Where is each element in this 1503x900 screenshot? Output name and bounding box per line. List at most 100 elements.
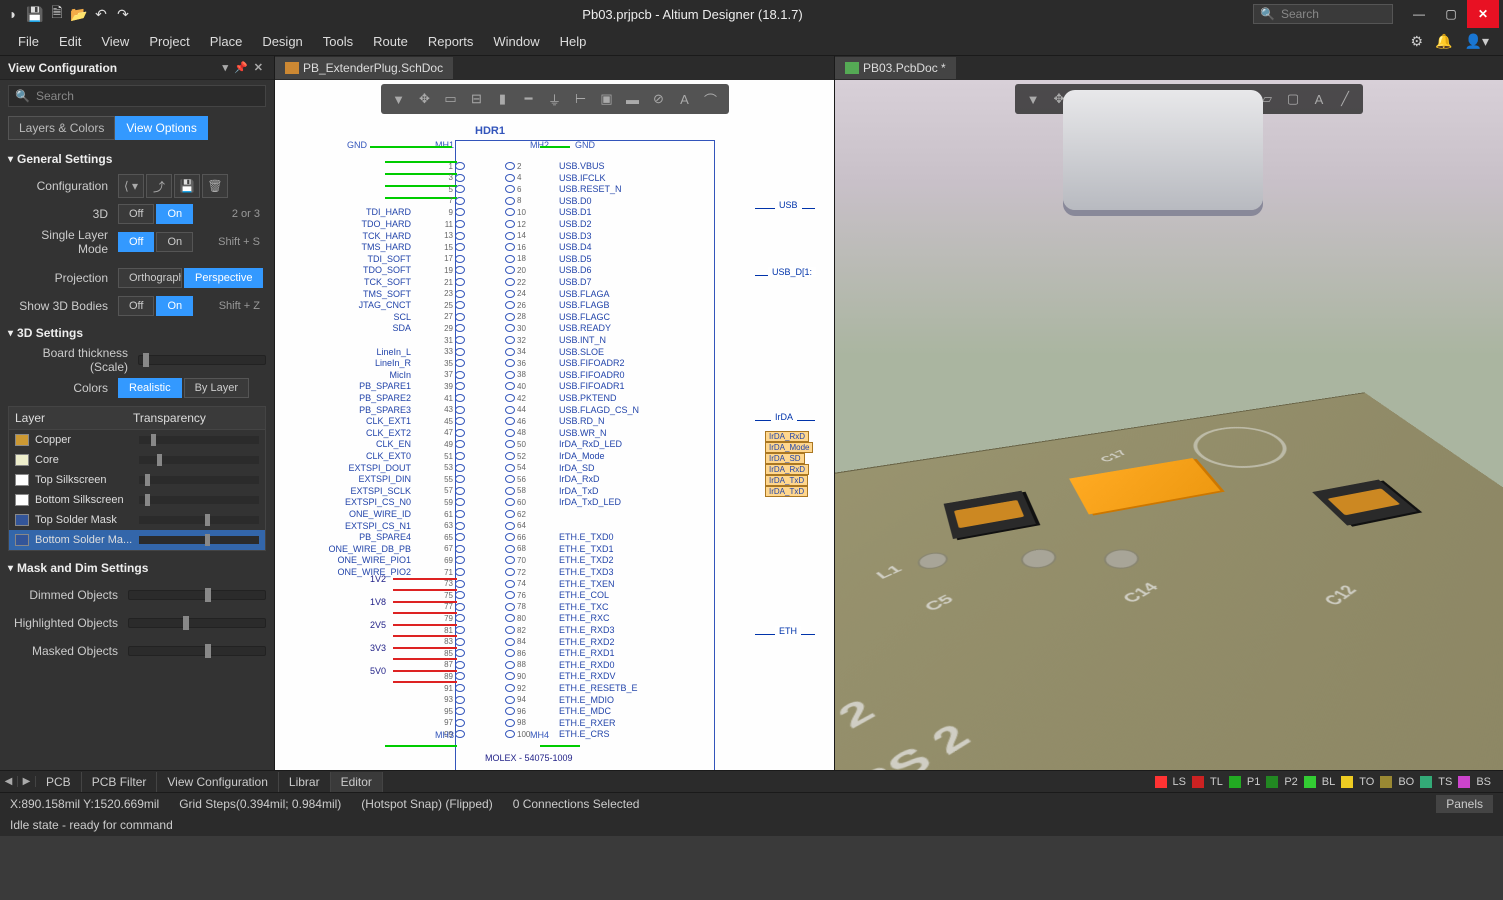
section-general[interactable]: General Settings <box>0 146 274 172</box>
layer-row[interactable]: Bottom Solder Ma... <box>9 530 265 550</box>
save-all-icon[interactable]: 🗎 <box>48 5 66 23</box>
panel-close-icon[interactable]: ✕ <box>251 61 266 74</box>
config-load-icon[interactable]: ⤴ <box>146 174 172 198</box>
layer-label: TO <box>1359 776 1374 788</box>
highlighted-slider[interactable] <box>128 618 266 628</box>
panels-button[interactable]: Panels <box>1436 795 1493 813</box>
menu-help[interactable]: Help <box>550 34 597 49</box>
single-off-button[interactable]: Off <box>118 232 154 252</box>
section-3d[interactable]: 3D Settings <box>0 320 274 346</box>
projection-perspective-button[interactable]: Perspective <box>184 268 263 288</box>
tab-pcb-filter[interactable]: PCB Filter <box>82 772 158 792</box>
titlebar: ◗ 💾 🗎 📂 ↶ ↷ Pb03.prjpcb - Altium Designe… <box>0 0 1503 28</box>
layer-swatch[interactable] <box>1192 776 1204 788</box>
user-icon[interactable]: 👤▾ <box>1459 33 1495 50</box>
tab-view-options[interactable]: View Options <box>115 116 207 140</box>
menu-project[interactable]: Project <box>139 34 199 49</box>
open-icon[interactable]: 📂 <box>70 5 88 23</box>
layer-slider[interactable] <box>139 436 259 444</box>
schematic-tab[interactable]: PB_ExtenderPlug.SchDoc <box>275 57 453 79</box>
maximize-button[interactable]: ▢ <box>1435 0 1467 28</box>
menu-place[interactable]: Place <box>200 34 253 49</box>
show3d-on-button[interactable]: On <box>156 296 193 316</box>
global-search[interactable]: 🔍 Search <box>1253 4 1393 24</box>
pin-row: MicIn3738USB.FIFOADR0 <box>295 369 834 381</box>
colors-realistic-button[interactable]: Realistic <box>118 378 182 398</box>
menu-window[interactable]: Window <box>483 34 549 49</box>
pin-row: JTAG_CNCT2526USB.FLAGB <box>295 299 834 311</box>
menu-tools[interactable]: Tools <box>313 34 363 49</box>
pin-row: SCL2728USB.FLAGC <box>295 311 834 323</box>
masked-slider[interactable] <box>128 646 266 656</box>
pin-row: EXTSPI_CS_N16364 <box>295 520 834 532</box>
tab-pcb[interactable]: PCB <box>36 772 82 792</box>
3d-on-button[interactable]: On <box>156 204 193 224</box>
minimize-button[interactable]: — <box>1403 0 1435 28</box>
layer-swatch[interactable] <box>1458 776 1470 788</box>
search-icon: 🔍 <box>1260 7 1275 21</box>
colors-bylayer-button[interactable]: By Layer <box>184 378 249 398</box>
redo-icon[interactable]: ↷ <box>114 5 132 23</box>
layer-swatch[interactable] <box>1341 776 1353 788</box>
layer-row[interactable]: Top Solder Mask <box>9 510 265 530</box>
section-mask[interactable]: Mask and Dim Settings <box>0 555 274 581</box>
show3d-off-button[interactable]: Off <box>118 296 154 316</box>
save-icon[interactable]: 💾 <box>26 5 44 23</box>
single-on-button[interactable]: On <box>156 232 193 252</box>
layer-slider[interactable] <box>139 516 259 524</box>
nav-right-icon[interactable]: ▶ <box>18 776 36 787</box>
layer-swatch[interactable] <box>1380 776 1392 788</box>
menu-file[interactable]: File <box>8 34 49 49</box>
schematic-doc-icon <box>285 62 299 74</box>
layer-swatch[interactable] <box>1155 776 1167 788</box>
layer-row[interactable]: Copper <box>9 430 265 450</box>
tab-layers-colors[interactable]: Layers & Colors <box>8 116 115 140</box>
layer-slider[interactable] <box>139 496 259 504</box>
layer-swatch[interactable] <box>1266 776 1278 788</box>
config-save-icon[interactable]: 💾 <box>174 174 200 198</box>
menu-edit[interactable]: Edit <box>49 34 91 49</box>
text-icon[interactable]: A <box>1307 88 1331 110</box>
filter-icon[interactable]: ▼ <box>1021 88 1045 110</box>
config-delete-icon[interactable]: 🗑 <box>202 174 228 198</box>
close-button[interactable]: ✕ <box>1467 0 1499 28</box>
menu-reports[interactable]: Reports <box>418 34 484 49</box>
layer-slider[interactable] <box>139 476 259 484</box>
layer-swatch[interactable] <box>1304 776 1316 788</box>
panel-search[interactable]: 🔍 Search <box>8 85 266 107</box>
3d-off-button[interactable]: Off <box>118 204 154 224</box>
nav-left-icon[interactable]: ◀ <box>0 776 18 787</box>
config-dropdown[interactable]: ⟨ ▾ <box>118 174 144 198</box>
layer-row[interactable]: Bottom Silkscreen <box>9 490 265 510</box>
panel-dropdown-icon[interactable]: ▾ <box>220 61 232 74</box>
tab-librar[interactable]: Librar <box>279 772 331 792</box>
layer-row[interactable]: Core <box>9 450 265 470</box>
keep-icon[interactable]: ▢ <box>1281 88 1305 110</box>
layer-slider[interactable] <box>139 536 259 544</box>
layer-slider[interactable] <box>139 456 259 464</box>
undo-icon[interactable]: ↶ <box>92 5 110 23</box>
tab-view-config[interactable]: View Configuration <box>157 772 279 792</box>
menu-view[interactable]: View <box>91 34 139 49</box>
layer-swatch[interactable] <box>1229 776 1241 788</box>
menu-design[interactable]: Design <box>252 34 312 49</box>
layer-row[interactable]: Top Silkscreen <box>9 470 265 490</box>
projection-orthographic-button[interactable]: Orthographic <box>118 268 182 288</box>
thickness-slider[interactable] <box>138 355 266 365</box>
layer-swatch <box>15 534 29 546</box>
pin-row: PB_SPARE46566ETH.E_TXD0 <box>295 531 834 543</box>
bell-icon[interactable]: 🔔 <box>1429 33 1458 50</box>
tab-editor[interactable]: Editor <box>331 772 383 792</box>
schematic-canvas[interactable]: ▼ ✥ ▭ ⊟ ▮ ━ ⏚ ⊢ ▣ ▬ ⊘ A ⌒ HDR1 MH1 <box>275 80 834 770</box>
pcb-tab[interactable]: PB03.PcbDoc * <box>835 57 956 79</box>
pcb-3d-canvas[interactable]: ▼✥ ▭▦ ▤〰 ⊙◉ ⊟▱ ▢A ╱ L1 C5 <box>835 80 1503 770</box>
pin-row: TDI_SOFT1718USB.D5 <box>295 253 834 265</box>
panel-pin-icon[interactable]: 📌 <box>231 61 251 74</box>
menu-route[interactable]: Route <box>363 34 418 49</box>
gear-icon[interactable]: ⚙ <box>1405 33 1430 50</box>
label-thickness: Board thickness (Scale) <box>8 346 138 374</box>
dimmed-slider[interactable] <box>128 590 266 600</box>
layer-label: TL <box>1210 776 1223 788</box>
layer-swatch[interactable] <box>1420 776 1432 788</box>
line-icon[interactable]: ╱ <box>1333 88 1357 110</box>
